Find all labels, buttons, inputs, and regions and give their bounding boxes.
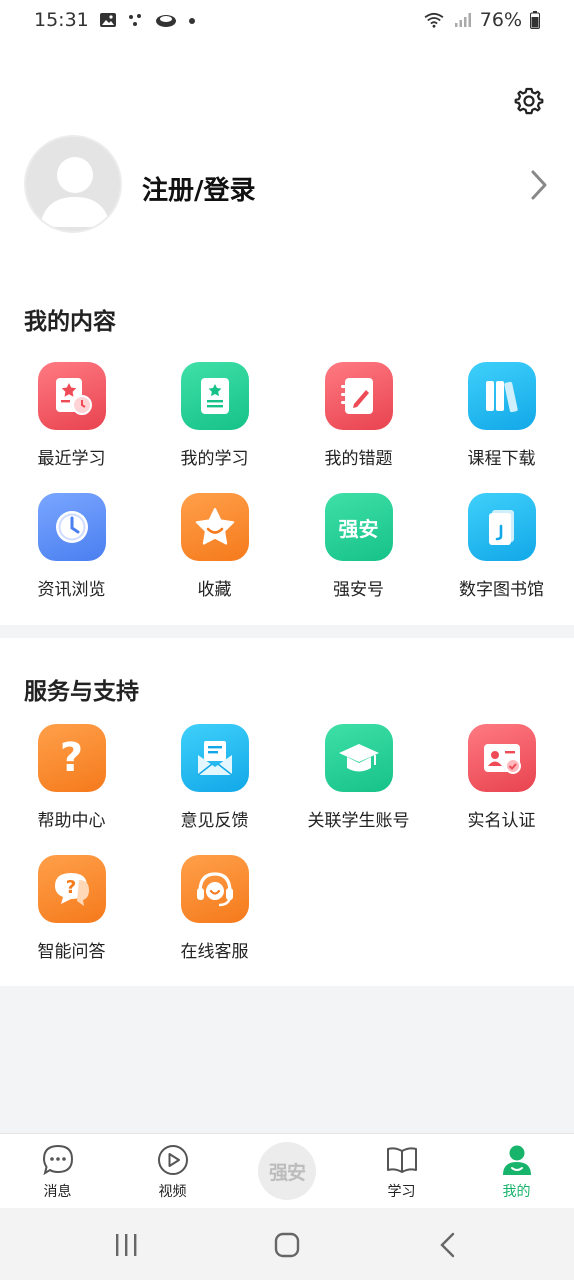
cloud-icon (155, 15, 176, 27)
tab-mine[interactable]: 我的 (459, 1134, 574, 1209)
my-study-button[interactable]: 我的学习 (143, 362, 286, 469)
battery-percent: 76% (479, 9, 522, 31)
wrong-questions-icon (324, 362, 393, 430)
grid-label: 我的学习 (180, 449, 249, 469)
grid-label: 智能问答 (37, 942, 106, 962)
battery-icon (530, 11, 540, 29)
dots-icon (128, 14, 141, 26)
bottom-tab-bar: 消息 视频 强安 学习 我的 (0, 1133, 574, 1208)
headset-icon (180, 855, 249, 923)
status-time: 15:31 (34, 9, 89, 31)
favorites-button[interactable]: 收藏 (143, 493, 286, 600)
tab-video[interactable]: 视频 (115, 1134, 230, 1209)
grid-label: 我的错题 (324, 449, 393, 469)
tab-label: 我的 (502, 1184, 531, 1200)
grid-label: 收藏 (197, 580, 232, 600)
id-card-icon (467, 724, 536, 792)
gallery-icon (99, 13, 116, 27)
chevron-right-icon[interactable] (528, 168, 550, 202)
tab-label: 学习 (387, 1184, 416, 1200)
notification-dot-icon (188, 18, 195, 24)
wrong-questions-button[interactable]: 我的错题 (287, 362, 430, 469)
my-content-title: 我的内容 (24, 309, 116, 335)
course-download-icon (467, 362, 536, 430)
grid-label: 关联学生账号 (307, 811, 410, 831)
tab-messages[interactable]: 消息 (0, 1134, 115, 1209)
qiangan-logo[interactable]: 强安 (258, 1142, 316, 1200)
digital-library-button[interactable]: 数字图书馆 (430, 493, 573, 600)
news-browse-button[interactable]: 资讯浏览 (0, 493, 143, 600)
grid-label: 最近学习 (37, 449, 106, 469)
default-avatar-icon (40, 157, 110, 227)
real-name-verify-button[interactable]: 实名认证 (430, 724, 573, 831)
tab-study[interactable]: 学习 (344, 1134, 459, 1209)
login-register-link[interactable]: 注册/登录 (142, 170, 256, 207)
video-icon (157, 1145, 188, 1175)
link-student-account-button[interactable]: 关联学生账号 (287, 724, 430, 831)
book-icon (386, 1147, 417, 1173)
services-panel: 服务与支持 ? 帮助中心 意见反馈 关联学生账号 实名认证 ? 智能问答 在线客… (0, 638, 574, 986)
grid-label: 数字图书馆 (459, 580, 544, 600)
feedback-button[interactable]: 意见反馈 (143, 724, 286, 831)
library-icon (467, 493, 536, 561)
feedback-icon (180, 724, 249, 792)
help-icon: ? (37, 724, 106, 792)
recent-study-button[interactable]: 最近学习 (0, 362, 143, 469)
signal-icon (454, 13, 471, 27)
message-icon (42, 1144, 73, 1176)
profile-panel: 注册/登录 我的内容 最近学习 我的学习 我的错题 课程下载 资讯浏览 收藏 强… (0, 40, 574, 625)
recent-study-icon (37, 362, 106, 430)
help-center-button[interactable]: ? 帮助中心 (0, 724, 143, 831)
services-title: 服务与支持 (24, 679, 139, 705)
my-study-icon (180, 362, 249, 430)
smart-qa-button[interactable]: ? 智能问答 (0, 855, 143, 962)
chat-question-icon: ? (37, 855, 106, 923)
qiangan-icon: 强安 (324, 493, 393, 561)
qiangan-account-button[interactable]: 强安 强安号 (287, 493, 430, 600)
status-bar: 15:31 76% (0, 0, 574, 40)
graduation-cap-icon (324, 724, 393, 792)
avatar[interactable] (24, 135, 122, 233)
tab-label: 视频 (158, 1184, 187, 1200)
person-icon (502, 1145, 531, 1175)
grid-label: 帮助中心 (37, 811, 106, 831)
grid-label: 强安号 (333, 580, 384, 600)
grid-label: 资讯浏览 (37, 580, 106, 600)
wifi-icon (424, 12, 444, 28)
grid-label: 实名认证 (467, 811, 536, 831)
grid-label: 课程下载 (467, 449, 536, 469)
settings-gear-icon[interactable] (514, 86, 544, 116)
star-icon (180, 493, 249, 561)
grid-label: 意见反馈 (180, 811, 249, 831)
recent-apps-icon[interactable] (113, 1233, 139, 1257)
grid-label: 在线客服 (180, 942, 249, 962)
svg-text:?: ? (65, 877, 75, 898)
tab-label: 消息 (43, 1184, 72, 1200)
back-icon[interactable] (438, 1232, 458, 1258)
system-nav-bar (0, 1208, 574, 1280)
course-download-button[interactable]: 课程下载 (430, 362, 573, 469)
online-service-button[interactable]: 在线客服 (143, 855, 286, 962)
home-icon[interactable] (274, 1232, 300, 1258)
clock-icon (37, 493, 106, 561)
